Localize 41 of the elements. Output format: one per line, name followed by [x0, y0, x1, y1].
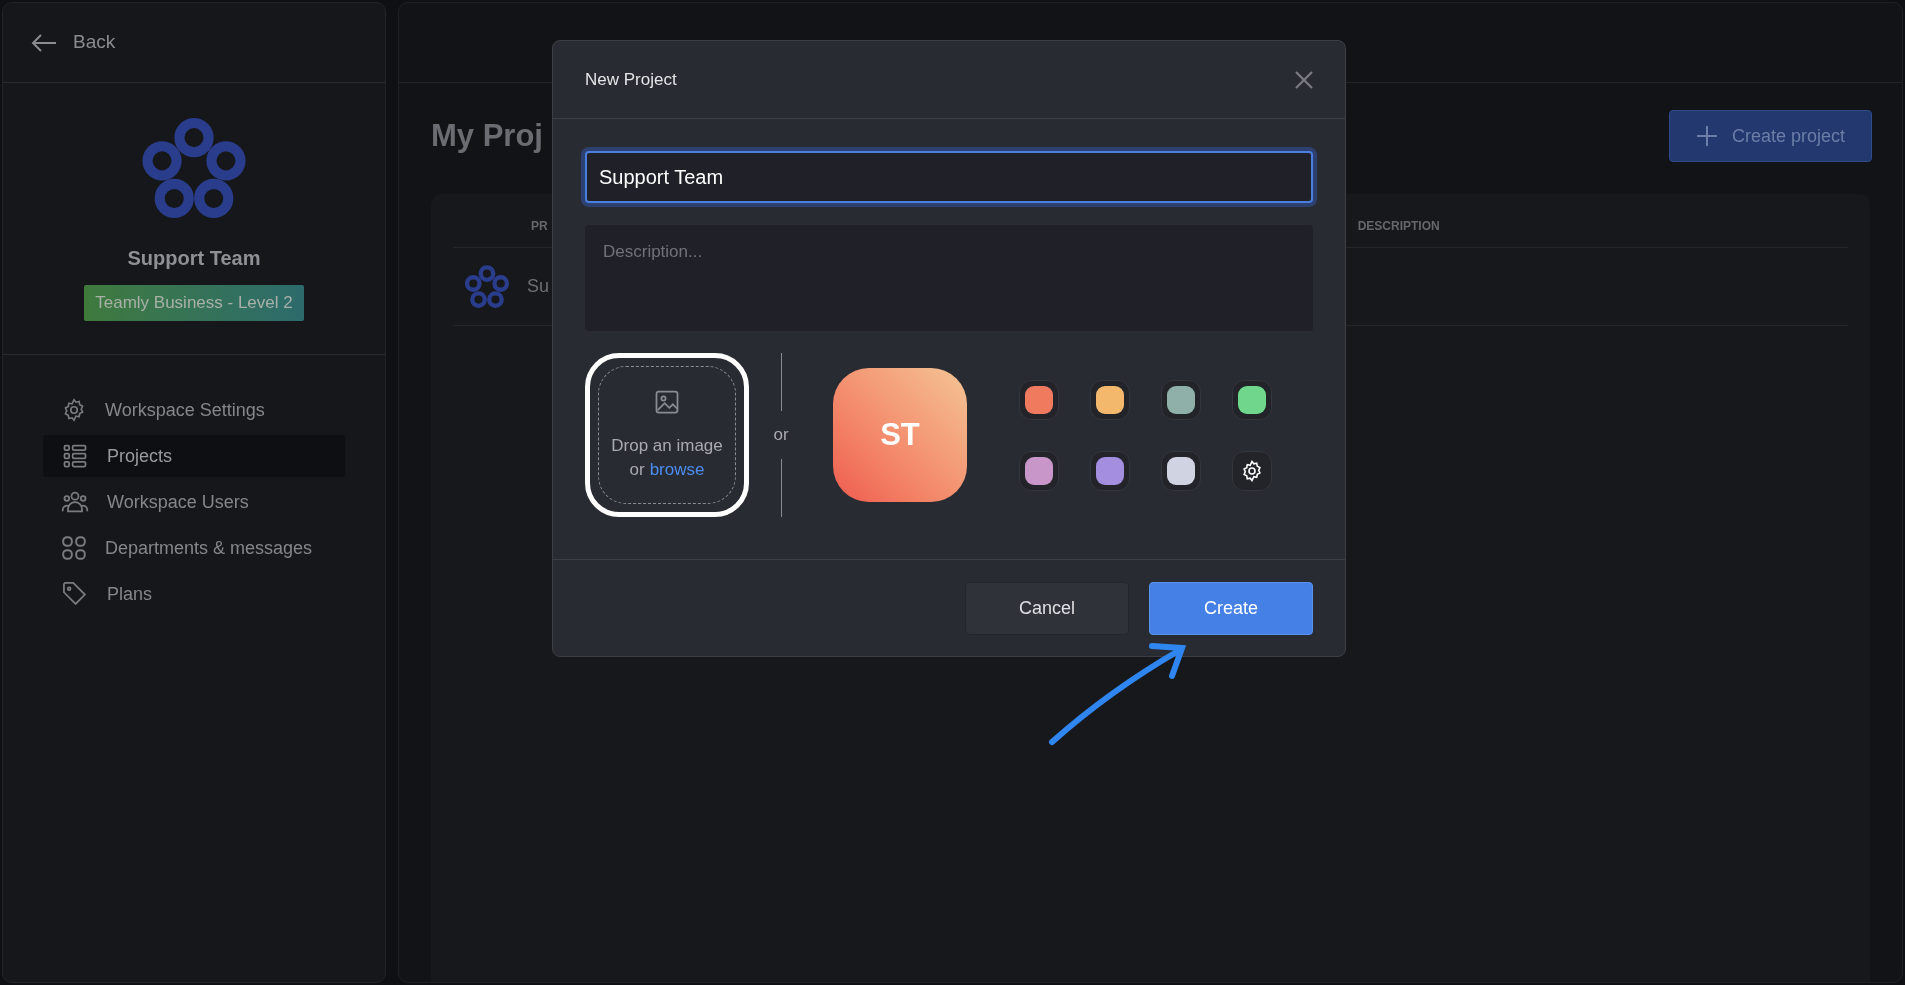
sidebar-item[interactable]: Projects	[43, 435, 345, 477]
drop-or-text: or	[629, 459, 645, 481]
separator-text: or	[773, 424, 789, 447]
plan-badge: Teamly Business - Level 2	[84, 285, 304, 321]
column-header: PR	[531, 218, 548, 235]
close-icon[interactable]	[1295, 70, 1313, 89]
color-swatch[interactable]	[1232, 379, 1272, 420]
browse-link[interactable]: browse	[649, 458, 705, 482]
sidebar-item[interactable]: Plans	[43, 573, 345, 615]
color-swatch[interactable]	[1019, 450, 1059, 491]
project-name: Su	[527, 275, 550, 298]
color-swatch[interactable]	[1019, 379, 1059, 420]
column-header: DESCRIPTION	[1357, 218, 1440, 235]
color-swatch[interactable]	[1090, 379, 1130, 420]
settings-button[interactable]	[1232, 450, 1272, 491]
color-swatch[interactable]	[1090, 450, 1130, 491]
page-title: My Proj	[431, 116, 543, 155]
list-icon	[61, 442, 89, 470]
tag-icon	[61, 580, 89, 608]
image-icon	[653, 388, 681, 416]
drop-text: Drop an image	[611, 435, 723, 457]
sidebar-item[interactable]: Workspace Settings	[43, 389, 345, 431]
color-swatch[interactable]	[1161, 450, 1201, 491]
plus-icon	[1695, 125, 1718, 147]
back-arrow-icon	[31, 32, 57, 53]
sidebar-item[interactable]: Departments & messages	[43, 527, 345, 569]
sidebar-item[interactable]: Workspace Users	[43, 481, 345, 523]
grid-icon	[61, 535, 87, 561]
description-field[interactable]: Description...	[585, 225, 1313, 331]
color-swatch[interactable]	[1161, 379, 1201, 420]
dialog-title: New Project	[585, 68, 677, 91]
create-button[interactable]: Create	[1149, 581, 1313, 635]
create-project-button[interactable]: Create project	[1668, 110, 1872, 162]
settings-icon	[1240, 458, 1264, 483]
image-drop-zone[interactable]: Drop an image or browse	[585, 353, 749, 517]
project-name-field[interactable]: Support Team	[585, 151, 1313, 203]
project-logo	[463, 262, 511, 311]
back-button[interactable]: Back	[31, 28, 116, 57]
avatar-preview: ST	[833, 368, 967, 502]
workspace-name: Support Team	[127, 246, 261, 271]
cancel-button[interactable]: Cancel	[965, 581, 1129, 635]
